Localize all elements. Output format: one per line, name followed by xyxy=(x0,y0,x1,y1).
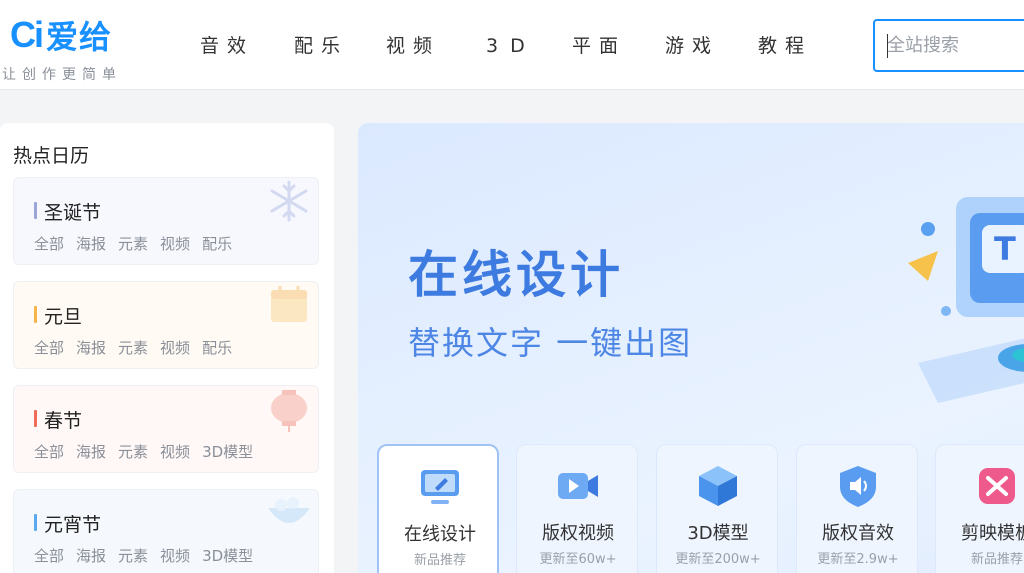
tag-poster[interactable]: 海报 xyxy=(76,545,106,566)
calendar-card-lantern-festival[interactable]: 元宵节 全部 海报 元素 视频 3D模型 xyxy=(13,489,319,573)
feature-name: 版权音效 xyxy=(822,523,894,544)
tag-poster[interactable]: 海报 xyxy=(76,337,106,358)
feature-name: 剪映模板 xyxy=(961,523,1024,544)
text-caret xyxy=(887,34,888,58)
card-tags: 全部 海报 元素 视频 3D模型 xyxy=(34,545,253,566)
logo-ci: Ci xyxy=(10,14,44,55)
lantern-icon xyxy=(271,390,307,432)
tag-video[interactable]: 视频 xyxy=(160,441,190,462)
tag-music[interactable]: 配乐 xyxy=(202,233,232,254)
monitor-pen-icon xyxy=(421,470,459,504)
site-logo[interactable]: Ci 爱给 让创作更简单 xyxy=(2,14,150,84)
tag-element[interactable]: 元素 xyxy=(118,337,148,358)
nav-item-graphic[interactable]: 平面 xyxy=(572,28,626,64)
card-title: 春节 xyxy=(44,410,83,432)
tag-all[interactable]: 全部 xyxy=(34,545,64,566)
tag-poster[interactable]: 海报 xyxy=(76,441,106,462)
card-accent-bar xyxy=(34,410,37,427)
tag-music[interactable]: 配乐 xyxy=(202,337,232,358)
feature-online-design[interactable]: 在线设计 新品推荐 xyxy=(377,444,499,573)
card-tags: 全部 海报 元素 视频 3D模型 xyxy=(34,441,253,462)
tag-all[interactable]: 全部 xyxy=(34,441,64,462)
nav-item-game[interactable]: 游戏 xyxy=(665,28,719,64)
feature-sub: 更新至2.9w+ xyxy=(817,552,899,567)
card-accent-bar xyxy=(34,514,37,531)
tag-all[interactable]: 全部 xyxy=(34,337,64,358)
search-input[interactable] xyxy=(875,21,1024,70)
logo-text: 爱给 xyxy=(46,18,113,56)
tag-all[interactable]: 全部 xyxy=(34,233,64,254)
feature-licensed-sound[interactable]: 版权音效 更新至2.9w+ xyxy=(796,444,918,573)
feature-name: 在线设计 xyxy=(404,524,476,545)
calendar-card-christmas[interactable]: 圣诞节 全部 海报 元素 视频 配乐 xyxy=(13,177,319,265)
card-accent-bar xyxy=(34,306,37,323)
tag-element[interactable]: 元素 xyxy=(118,233,148,254)
feature-name: 版权视频 xyxy=(542,523,614,544)
tag-video[interactable]: 视频 xyxy=(160,545,190,566)
top-header: Ci 爱给 让创作更简单 音效 配乐 视频 3D 平面 游戏 教程 xyxy=(0,0,1024,90)
calendar-title: 热点日历 xyxy=(13,145,90,167)
calendar-card-spring-festival[interactable]: 春节 全部 海报 元素 视频 3D模型 xyxy=(13,385,319,473)
tag-video[interactable]: 视频 xyxy=(160,337,190,358)
nav-item-sound[interactable]: 音效 xyxy=(200,28,254,64)
banner-subtitle: 替换文字 一键出图 xyxy=(408,324,693,362)
nav-item-3d[interactable]: 3D xyxy=(486,28,537,64)
card-tags: 全部 海报 元素 视频 配乐 xyxy=(34,233,232,254)
feature-name: 3D模型 xyxy=(687,523,749,544)
feature-sub: 更新至200w+ xyxy=(675,552,761,567)
tag-element[interactable]: 元素 xyxy=(118,545,148,566)
calendar-card-new-year[interactable]: 元旦 全部 海报 元素 视频 配乐 xyxy=(13,281,319,369)
nav-item-music[interactable]: 配乐 xyxy=(294,28,348,64)
tag-element[interactable]: 元素 xyxy=(118,441,148,462)
calendar-icon xyxy=(271,286,307,322)
tag-3d-model[interactable]: 3D模型 xyxy=(202,545,253,566)
nav-item-tutorial[interactable]: 教程 xyxy=(758,28,812,64)
tag-video[interactable]: 视频 xyxy=(160,233,190,254)
nav-item-video[interactable]: 视频 xyxy=(386,28,440,64)
capcut-icon xyxy=(979,468,1015,504)
logo-mark: Ci 爱给 xyxy=(10,14,112,56)
slogan: 让创作更简单 xyxy=(2,67,122,83)
feature-sub: 新品推荐 xyxy=(413,553,466,568)
banner-title: 在线设计 xyxy=(408,246,624,304)
card-title: 元旦 xyxy=(44,306,83,328)
card-title: 圣诞节 xyxy=(44,202,102,224)
online-design-banner[interactable]: 在线设计 替换文字 一键出图 T 在线设计 新品推荐 版权视频 更新至60w+ xyxy=(358,123,1024,573)
feature-sub: 新品推荐 xyxy=(970,552,1023,567)
card-title: 元宵节 xyxy=(44,514,102,536)
design-illustration-icon: T xyxy=(908,197,1024,403)
feature-licensed-video[interactable]: 版权视频 更新至60w+ xyxy=(516,444,638,573)
hot-calendar-panel: 热点日历 圣诞节 全部 海报 元素 视频 配乐 元旦 全部 海报 元素 视频 配… xyxy=(0,123,334,573)
feature-sub: 更新至60w+ xyxy=(539,552,617,567)
video-camera-icon xyxy=(558,473,598,499)
search-box[interactable] xyxy=(873,19,1024,72)
card-accent-bar xyxy=(34,202,37,219)
bowl-icon xyxy=(268,497,310,523)
cube-icon xyxy=(699,466,737,506)
snowflake-icon xyxy=(270,180,308,222)
tag-3d-model[interactable]: 3D模型 xyxy=(202,441,253,462)
card-tags: 全部 海报 元素 视频 配乐 xyxy=(34,337,232,358)
feature-capcut-template[interactable]: 剪映模板 新品推荐 xyxy=(935,444,1024,573)
tag-poster[interactable]: 海报 xyxy=(76,233,106,254)
svg-text:T: T xyxy=(994,230,1016,268)
feature-3d-model[interactable]: 3D模型 更新至200w+ xyxy=(656,444,778,573)
sound-shield-icon xyxy=(840,466,876,507)
